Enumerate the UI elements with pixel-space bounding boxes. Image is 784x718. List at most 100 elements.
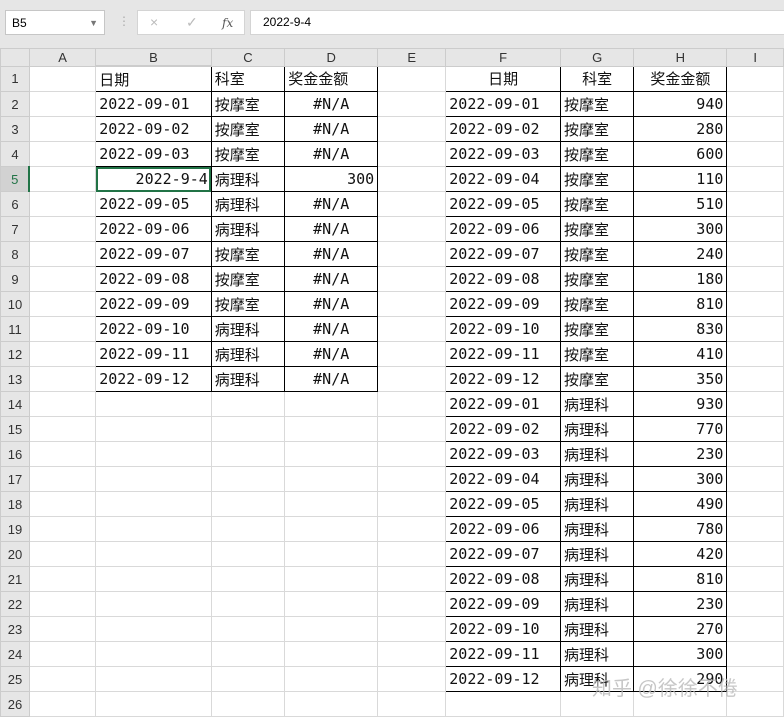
cell-g21[interactable]: 病理科 [559,566,635,592]
cell-h13[interactable]: 350 [633,366,728,392]
cell-e26[interactable] [377,691,447,717]
cell-i3[interactable] [726,116,784,142]
cell-c5[interactable]: 病理科 [210,166,286,192]
cell-i18[interactable] [726,491,784,517]
cell-g12[interactable]: 按摩室 [559,341,635,367]
cell-a21[interactable] [28,566,97,592]
cell-b11[interactable]: 2022-09-10 [95,316,212,342]
cell-c16[interactable] [210,441,286,467]
cell-c20[interactable] [210,541,286,567]
cell-h16[interactable]: 230 [633,441,728,467]
cell-i2[interactable] [726,91,784,117]
cell-h18[interactable]: 490 [633,491,728,517]
cell-i1[interactable] [726,65,784,92]
row-header[interactable]: 9 [0,266,30,292]
cell-i4[interactable] [726,141,784,167]
insert-function-icon[interactable]: fx [222,16,233,30]
row-header[interactable]: 18 [0,491,30,517]
cell-c9[interactable]: 按摩室 [210,266,286,292]
cell-h11[interactable]: 830 [633,316,728,342]
cell-c18[interactable] [210,491,286,517]
cell-d25[interactable] [284,666,379,692]
cell-c7[interactable]: 病理科 [210,216,286,242]
row-header[interactable]: 16 [0,441,30,467]
cell-f25[interactable]: 2022-09-12 [445,666,561,692]
cell-e10[interactable] [377,291,447,317]
cell-h1[interactable]: 奖金金额 [633,65,728,92]
row-header[interactable]: 8 [0,241,30,267]
cell-d4[interactable]: #N/A [284,141,379,167]
cell-a23[interactable] [28,616,97,642]
cell-f21[interactable]: 2022-09-08 [445,566,561,592]
cell-e16[interactable] [377,441,447,467]
row-header[interactable]: 17 [0,466,30,492]
cell-b24[interactable] [95,641,212,667]
cell-i22[interactable] [726,591,784,617]
cell-b16[interactable] [95,441,212,467]
cell-h4[interactable]: 600 [633,141,728,167]
cell-f12[interactable]: 2022-09-11 [445,341,561,367]
cell-a11[interactable] [28,316,97,342]
row-header[interactable]: 2 [0,91,30,117]
cell-i13[interactable] [726,366,784,392]
row-header[interactable]: 1 [0,65,30,92]
cell-a6[interactable] [28,191,97,217]
cell-f13[interactable]: 2022-09-12 [445,366,561,392]
cell-a10[interactable] [28,291,97,317]
cell-c24[interactable] [210,641,286,667]
cell-a26[interactable] [28,691,97,717]
cell-c2[interactable]: 按摩室 [210,91,286,117]
cell-f6[interactable]: 2022-09-05 [445,191,561,217]
cell-g20[interactable]: 病理科 [559,541,635,567]
cell-b6[interactable]: 2022-09-05 [95,191,212,217]
cell-g19[interactable]: 病理科 [559,516,635,542]
cell-i9[interactable] [726,266,784,292]
cell-b9[interactable]: 2022-09-08 [95,266,212,292]
cell-b3[interactable]: 2022-09-02 [95,116,212,142]
cell-c21[interactable] [210,566,286,592]
cell-a2[interactable] [28,91,97,117]
cell-d5[interactable]: 300 [284,166,379,192]
column-header-i[interactable]: I [726,48,784,67]
cell-a14[interactable] [28,391,97,417]
cell-h20[interactable]: 420 [633,541,728,567]
row-header[interactable]: 21 [0,566,30,592]
cell-g11[interactable]: 按摩室 [559,316,635,342]
row-header[interactable]: 15 [0,416,30,442]
cell-b2[interactable]: 2022-09-01 [95,91,212,117]
cell-b26[interactable] [95,691,212,717]
cell-f3[interactable]: 2022-09-02 [445,116,561,142]
row-header[interactable]: 12 [0,341,30,367]
cell-h5[interactable]: 110 [633,166,728,192]
cell-c11[interactable]: 病理科 [210,316,286,342]
cell-a9[interactable] [28,266,97,292]
cell-f23[interactable]: 2022-09-10 [445,616,561,642]
cell-d16[interactable] [284,441,379,467]
cell-b22[interactable] [95,591,212,617]
cell-e12[interactable] [377,341,447,367]
cell-d23[interactable] [284,616,379,642]
cell-g4[interactable]: 按摩室 [559,141,635,167]
cell-f18[interactable]: 2022-09-05 [445,491,561,517]
row-header[interactable]: 25 [0,666,30,692]
cell-a25[interactable] [28,666,97,692]
cell-i17[interactable] [726,466,784,492]
cell-i8[interactable] [726,241,784,267]
cell-b5[interactable]: 2022-9-4 [95,166,212,192]
cell-c23[interactable] [210,616,286,642]
cell-b20[interactable] [95,541,212,567]
cell-d17[interactable] [284,466,379,492]
cell-d21[interactable] [284,566,379,592]
cell-f26[interactable] [445,691,561,717]
select-all-button[interactable] [0,48,30,67]
cell-i11[interactable] [726,316,784,342]
cell-e13[interactable] [377,366,447,392]
cell-c4[interactable]: 按摩室 [210,141,286,167]
cell-c26[interactable] [210,691,286,717]
cell-b25[interactable] [95,666,212,692]
cell-c17[interactable] [210,466,286,492]
cell-a8[interactable] [28,241,97,267]
cell-e5[interactable] [377,166,447,192]
cell-h8[interactable]: 240 [633,241,728,267]
cell-h6[interactable]: 510 [633,191,728,217]
